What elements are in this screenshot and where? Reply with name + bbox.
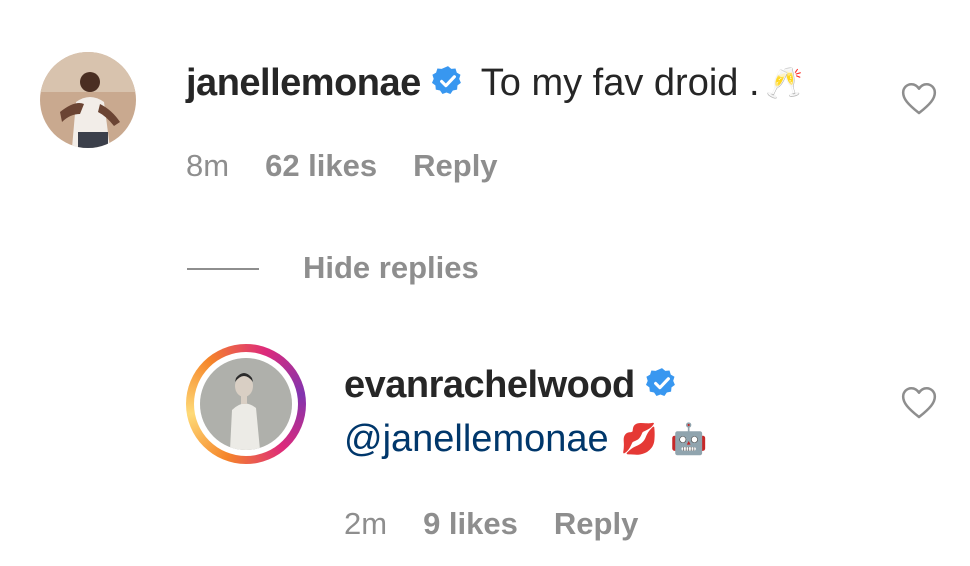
like-heart-icon[interactable] [900,384,938,425]
comment-time[interactable]: 8m [186,148,229,184]
reply-time[interactable]: 2m [344,506,387,542]
reply-header: evanrachelwood [344,362,679,408]
reply-mention-link[interactable]: @janellemonae [344,418,609,461]
comment-username[interactable]: janellemonae [186,62,421,105]
hide-replies-button[interactable]: Hide replies [303,250,479,286]
reply-likes[interactable]: 9 likes [423,506,518,542]
story-ring-gap [194,352,298,456]
avatar-evanrachelwood[interactable] [186,344,306,464]
avatar-janellemonae[interactable] [40,52,136,148]
reply-meta: 2m 9 likes Reply [344,506,638,542]
avatar-image [200,358,292,450]
comment-likes[interactable]: 62 likes [265,148,377,184]
comment-meta: 8m 62 likes Reply [186,148,498,184]
comment-header: janellemonae To my fav droid . 🥂 [186,58,803,108]
like-heart-icon[interactable] [900,80,938,121]
kiss-emoji: 💋 [620,422,658,456]
reply-username[interactable]: evanrachelwood [344,364,635,407]
verified-badge-icon [645,366,679,405]
reply-reply-button[interactable]: Reply [554,506,638,542]
replies-divider [187,268,259,270]
comment-reply-button[interactable]: Reply [413,148,497,184]
robot-emoji: 🤖 [670,422,708,456]
reply-body: @janellemonae 💋 🤖 [344,414,707,464]
champagne-emoji: 🥂 [765,66,803,100]
verified-badge-icon [431,64,465,103]
comment-text: To my fav droid . [480,61,760,104]
avatar-image [40,52,136,148]
